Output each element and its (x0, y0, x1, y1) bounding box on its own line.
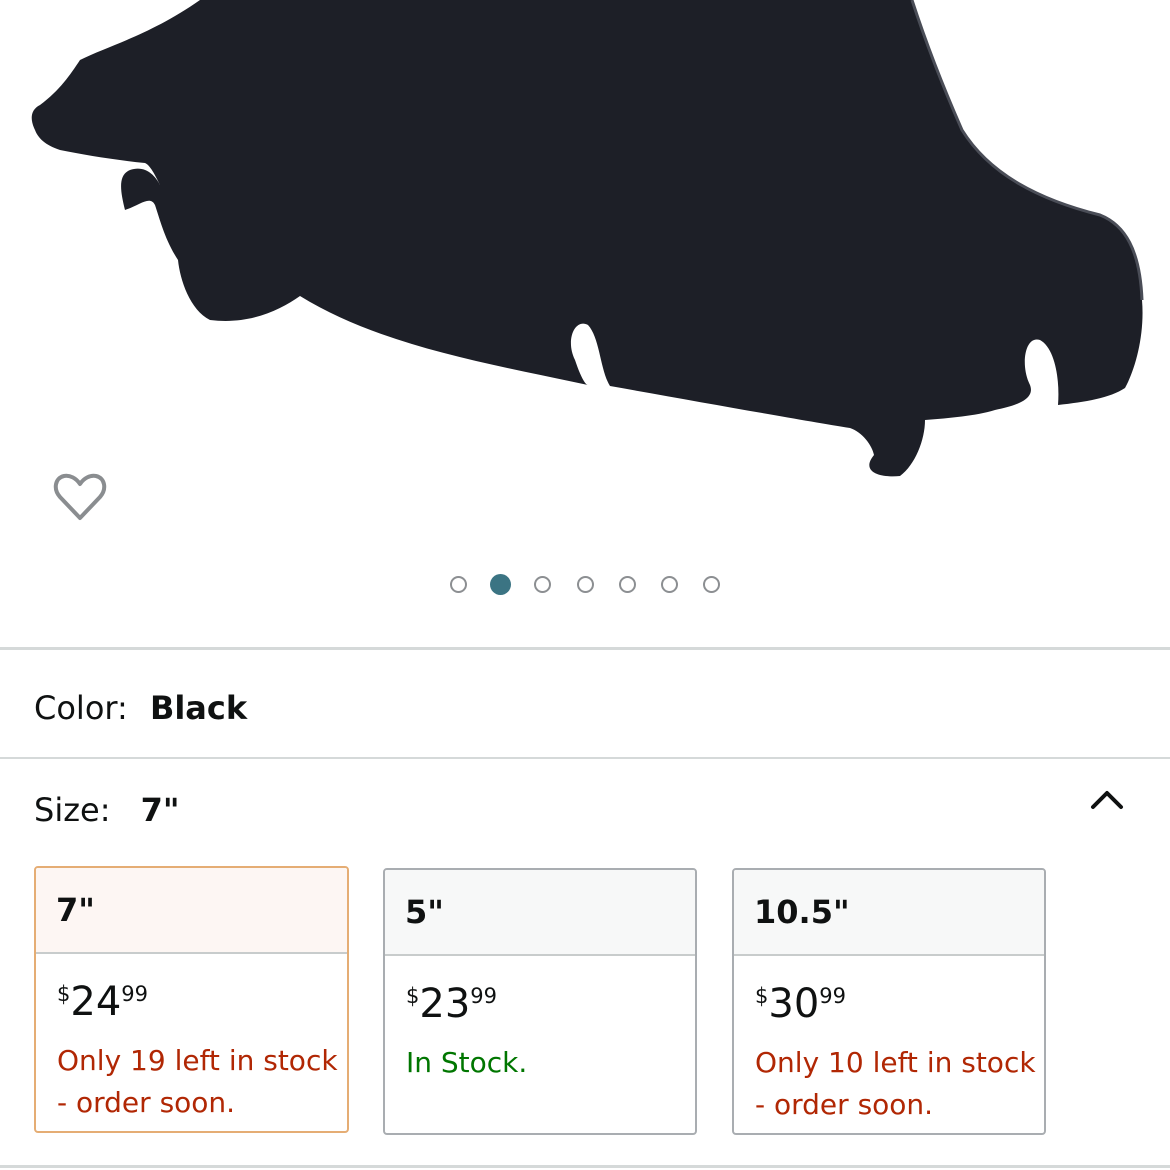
section-divider (0, 757, 1170, 759)
product-image-gallery[interactable] (0, 0, 1170, 645)
stock-line-1: Only 19 left in stock (57, 1044, 338, 1077)
stock-status: Only 19 left in stock - order soon. (57, 1040, 347, 1124)
price-whole: 30 (768, 981, 820, 1027)
section-divider (0, 1165, 1170, 1168)
size-label: Size: (34, 791, 111, 829)
stock-status: In Stock. (406, 1042, 695, 1084)
pagination-dot-3[interactable] (534, 576, 552, 593)
price-whole: 23 (419, 981, 471, 1027)
size-option-label: 7" (36, 868, 347, 954)
stock-line-1: In Stock. (406, 1046, 528, 1079)
stock-line-2: - order soon. (57, 1086, 236, 1119)
price: $30 99 (755, 984, 1044, 1024)
pagination-dot-2[interactable] (490, 574, 512, 595)
color-selector-row[interactable]: Color: Black (34, 688, 247, 728)
section-divider (0, 647, 1170, 650)
size-value: 7" (140, 791, 180, 829)
product-image[interactable] (0, 0, 1170, 560)
size-option-label: 5" (385, 870, 695, 956)
color-value: Black (149, 689, 248, 727)
pagination-dot-6[interactable] (660, 576, 678, 593)
size-selector-row: Size: 7" (34, 790, 180, 830)
size-option-card-7[interactable]: 7" $24 99 Only 19 left in stock - order s… (34, 866, 349, 1133)
price-fraction: 99 (121, 982, 149, 1006)
image-pagination-dots (0, 574, 1170, 595)
price-fraction: 99 (819, 984, 847, 1008)
price-whole: 24 (70, 979, 122, 1025)
price: $23 99 (406, 984, 695, 1024)
chevron-up-icon[interactable] (1086, 782, 1128, 818)
size-option-card-5[interactable]: 5" $23 99 In Stock. (383, 868, 697, 1135)
price-currency: $ (57, 982, 71, 1006)
size-option-label: 10.5" (734, 870, 1044, 956)
price-currency: $ (755, 984, 769, 1008)
stock-status: Only 10 left in stock - order soon. (755, 1042, 1044, 1126)
stock-line-1: Only 10 left in stock (755, 1046, 1036, 1079)
price: $24 99 (57, 982, 347, 1022)
price-fraction: 99 (470, 984, 498, 1008)
windshield-shape (31, 0, 1143, 477)
color-label: Color: (34, 689, 128, 727)
pagination-dot-1[interactable] (449, 576, 467, 593)
pagination-dot-5[interactable] (618, 576, 636, 593)
stock-line-2: - order soon. (755, 1088, 934, 1121)
pagination-dot-7[interactable] (703, 576, 721, 593)
size-option-card-10-5[interactable]: 10.5" $30 99 Only 10 left in stock - orde… (732, 868, 1046, 1135)
wishlist-heart-icon[interactable] (52, 470, 108, 526)
pagination-dot-4[interactable] (576, 576, 594, 593)
price-currency: $ (406, 984, 420, 1008)
